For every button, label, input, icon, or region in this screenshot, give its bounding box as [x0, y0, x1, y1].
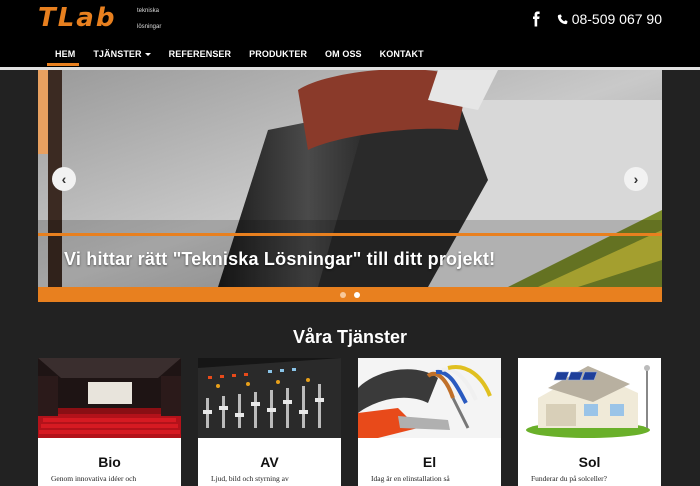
caret-down-icon: [144, 53, 151, 57]
phone-number: 08-509 067 90: [571, 11, 662, 27]
header: TLab tekniska lösningar 08-509 067 90 HE…: [0, 0, 700, 67]
services-cards: Bio Genom innovativa idéer och AV Ljud, …: [38, 358, 662, 486]
service-card-av[interactable]: AV Ljud, bild och styrning av: [198, 358, 341, 486]
logo[interactable]: TLab tekniska lösningar: [38, 3, 178, 33]
card-text: Genom innovativa idéer och: [51, 474, 137, 483]
slider-prev-button[interactable]: ‹: [52, 167, 76, 191]
card-text: Ljud, bild och styrning av: [211, 474, 289, 483]
nav-label: PRODUKTER: [249, 49, 308, 59]
nav-item-om-oss[interactable]: OM OSS: [316, 45, 371, 67]
card-title: AV: [260, 454, 279, 470]
card-title: Sol: [578, 454, 601, 470]
nav-label: REFERENSER: [168, 49, 232, 59]
service-card-bio[interactable]: Bio Genom innovativa idéer och: [38, 358, 181, 486]
nav-label: HEM: [55, 49, 76, 59]
slider-dot-1[interactable]: [340, 292, 346, 298]
slider-dot-2[interactable]: [354, 292, 360, 298]
logo-subtitle-top: tekniska: [137, 8, 160, 14]
logo-wordmark: TLab: [38, 3, 117, 33]
slider-dots: [340, 292, 360, 298]
slider-next-button[interactable]: ›: [624, 167, 648, 191]
service-card-sol[interactable]: Sol Funderar du på solceller?: [518, 358, 661, 486]
card-text: Idag är en elinstallation så: [371, 474, 450, 483]
services-title: Våra Tjänster: [292, 327, 408, 347]
card-title: Bio: [98, 454, 121, 470]
card-title: El: [422, 454, 437, 470]
header-contact: 08-509 067 90: [531, 11, 662, 27]
logo-subtitle-bottom: lösningar: [137, 24, 162, 30]
caption-accent-bar: [38, 233, 662, 236]
nav-item-tjanster[interactable]: TJÄNSTER: [84, 45, 159, 67]
card-text: Funderar du på solceller?: [531, 474, 608, 483]
nav-label: OM OSS: [325, 49, 362, 59]
slide-caption: Vi hittar rätt "Tekniska Lösningar" till…: [64, 249, 496, 269]
nav-label: TJÄNSTER: [93, 49, 142, 59]
main-nav: HEM TJÄNSTER REFERENSER PRODUKTER OM OSS…: [46, 45, 433, 67]
active-nav-indicator: [47, 63, 79, 66]
nav-item-kontakt[interactable]: KONTAKT: [371, 45, 433, 67]
nav-item-referenser[interactable]: REFERENSER: [160, 45, 241, 67]
chevron-right-icon: ›: [633, 171, 639, 187]
chevron-left-icon: ‹: [61, 171, 67, 187]
solar-house-image: [518, 358, 661, 438]
wires-image: [358, 358, 501, 438]
facebook-icon[interactable]: [531, 11, 543, 27]
nav-label: KONTAKT: [379, 49, 424, 59]
phone-link[interactable]: 08-509 067 90: [557, 11, 662, 27]
phone-icon: [557, 14, 568, 24]
mixer-image: [198, 358, 341, 438]
cinema-image: [38, 358, 181, 438]
service-card-el[interactable]: El Idag är en elinstallation så: [358, 358, 501, 486]
nav-item-produkter[interactable]: PRODUKTER: [240, 45, 316, 67]
hero-slider[interactable]: Vi hittar rätt "Tekniska Lösningar" till…: [38, 70, 662, 302]
